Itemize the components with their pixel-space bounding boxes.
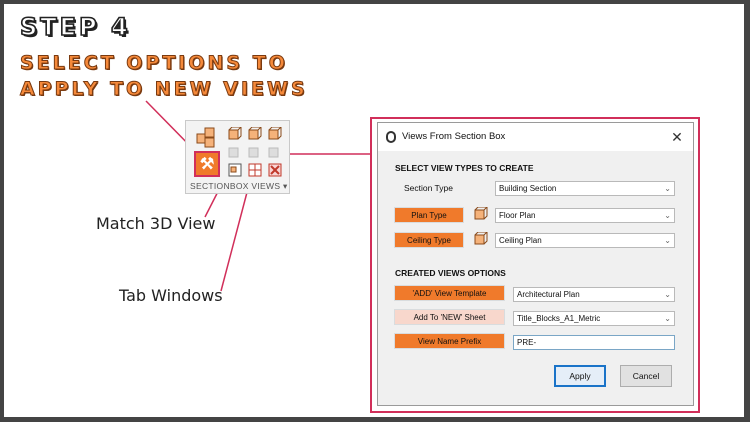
ribbon-panel-label: SECTIONBOX VIEWS ▾ bbox=[190, 181, 288, 192]
ceiling-type-button[interactable]: Ceiling Type bbox=[394, 232, 464, 248]
tab-windows-icon[interactable] bbox=[248, 163, 262, 177]
annotation-tab-windows: Tab Windows bbox=[119, 286, 223, 305]
tab-windows-pointer-line bbox=[220, 180, 251, 292]
apply-button[interactable]: Apply bbox=[554, 365, 606, 387]
sheet-value: Title_Blocks_A1_Metric bbox=[517, 314, 601, 323]
disabled-icon-2 bbox=[248, 147, 259, 158]
add-to-new-sheet-button[interactable]: Add To 'NEW' Sheet bbox=[394, 309, 505, 325]
view-template-button[interactable]: 'ADD' View Template bbox=[394, 285, 505, 301]
dialog-title: Views From Section Box bbox=[402, 131, 506, 142]
view-template-select[interactable]: Architectural Plan ⌄ bbox=[513, 287, 675, 302]
close-windows-icon[interactable] bbox=[268, 163, 282, 177]
cancel-button[interactable]: Cancel bbox=[620, 365, 672, 387]
disabled-icon-1 bbox=[228, 147, 239, 158]
window-icon[interactable] bbox=[228, 163, 242, 177]
views-from-section-box-dialog: Views From Section Box ✕ SELECT VIEW TYP… bbox=[377, 122, 694, 406]
section-box-stack-icon[interactable] bbox=[195, 125, 219, 149]
cube-icon-3[interactable] bbox=[268, 127, 282, 141]
ceiling-cube-icon bbox=[474, 232, 488, 245]
plan-type-value: Floor Plan bbox=[499, 211, 536, 220]
ribbon-panel: ⚒ SECTIONBOX VIEWS ▾ bbox=[185, 120, 290, 194]
sheet-select[interactable]: Title_Blocks_A1_Metric ⌄ bbox=[513, 311, 675, 326]
plan-type-button[interactable]: Plan Type bbox=[394, 207, 464, 223]
section-type-label: Section Type bbox=[404, 183, 453, 193]
chevron-down-icon: ⌄ bbox=[664, 211, 671, 220]
cube-icon-1[interactable] bbox=[228, 127, 242, 141]
chevron-down-icon: ⌄ bbox=[664, 290, 671, 299]
view-name-prefix-input[interactable]: PRE- bbox=[513, 335, 675, 350]
section-types-header: SELECT VIEW TYPES TO CREATE bbox=[395, 163, 534, 173]
chevron-down-icon: ⌄ bbox=[664, 236, 671, 245]
ceiling-type-value: Ceiling Plan bbox=[499, 236, 542, 245]
annotation-match-3d-view: Match 3D View bbox=[96, 214, 216, 233]
dialog-titlebar: Views From Section Box ✕ bbox=[378, 123, 693, 151]
disabled-icon-3 bbox=[268, 147, 279, 158]
section-type-select[interactable]: Building Section ⌄ bbox=[495, 181, 675, 196]
cube-icon-2[interactable] bbox=[248, 127, 262, 141]
plan-cube-icon bbox=[474, 207, 488, 220]
section-type-value: Building Section bbox=[499, 184, 557, 193]
view-template-value: Architectural Plan bbox=[517, 290, 580, 299]
chevron-down-icon: ⌄ bbox=[664, 184, 671, 193]
created-views-header: CREATED VIEWS OPTIONS bbox=[395, 268, 506, 278]
match-3d-view-button[interactable]: ⚒ bbox=[194, 151, 220, 177]
app-icon bbox=[386, 131, 396, 143]
chevron-down-icon: ⌄ bbox=[664, 314, 671, 323]
ribbon-label-text: SECTIONBOX VIEWS bbox=[190, 181, 281, 191]
slide: STEP 4 SELECT OPTIONS TO APPLY TO NEW VI… bbox=[4, 4, 744, 417]
close-icon[interactable]: ✕ bbox=[667, 127, 687, 147]
ribbon-dropdown-icon[interactable]: ▾ bbox=[283, 181, 288, 191]
ceiling-type-select[interactable]: Ceiling Plan ⌄ bbox=[495, 233, 675, 248]
plan-type-select[interactable]: Floor Plan ⌄ bbox=[495, 208, 675, 223]
view-name-prefix-button[interactable]: View Name Prefix bbox=[394, 333, 505, 349]
